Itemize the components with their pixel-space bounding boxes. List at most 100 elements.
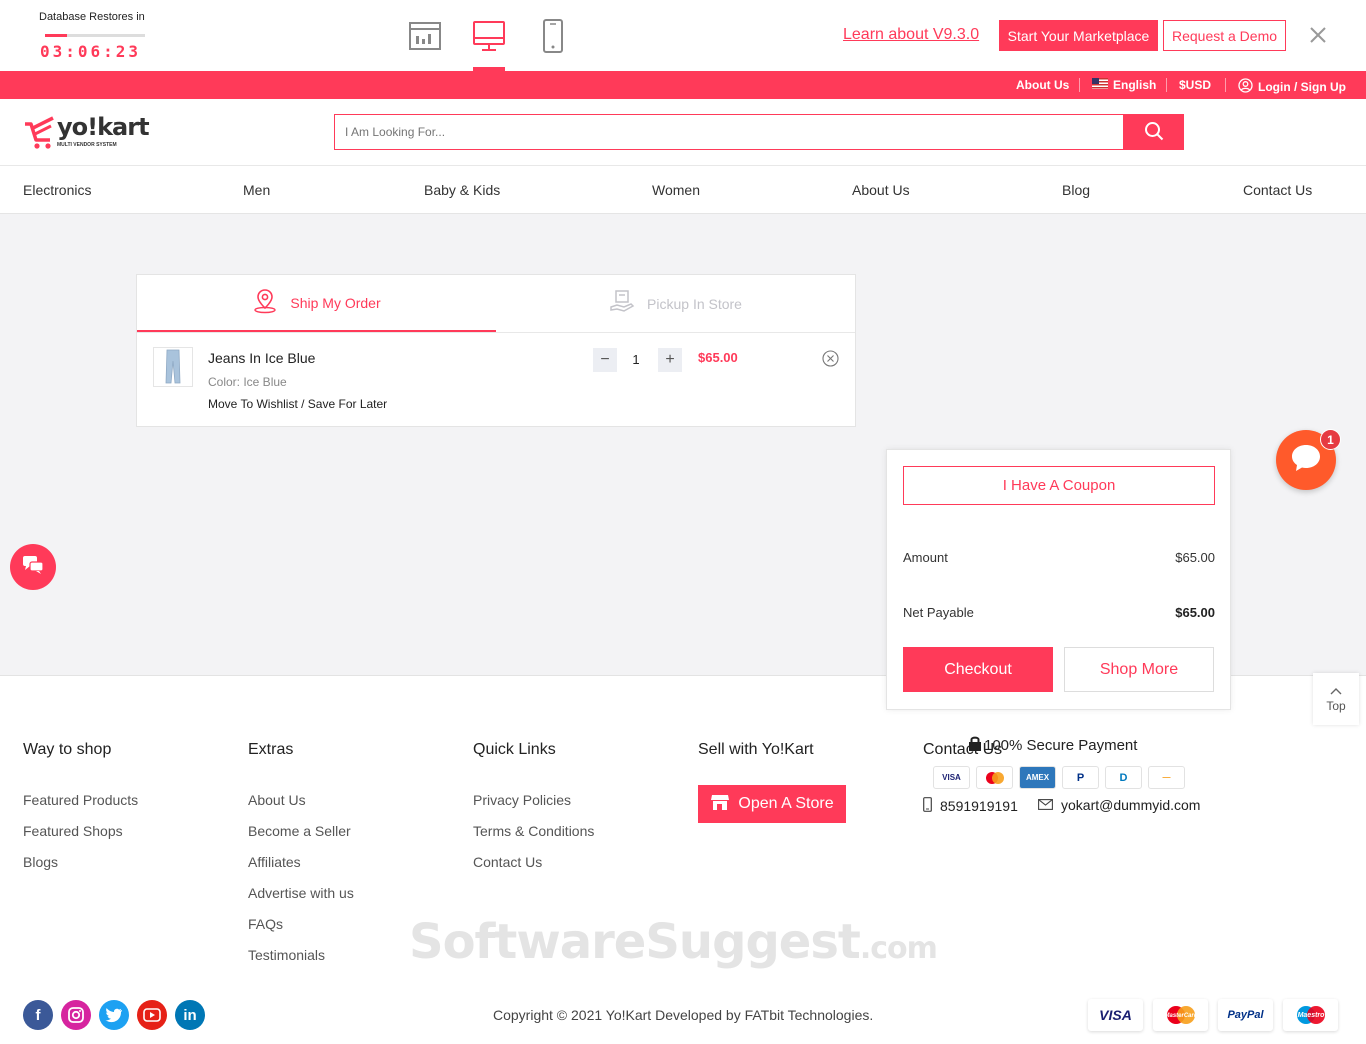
open-store-label: Open A Store <box>738 795 834 812</box>
mastercard-icon <box>976 766 1013 789</box>
instagram-icon[interactable] <box>61 1000 91 1030</box>
messages-icon <box>21 554 45 581</box>
search-input[interactable] <box>335 115 1123 149</box>
site-logo[interactable]: yo!kart MULTI VENDOR SYSTEM <box>23 113 150 155</box>
shop-more-button[interactable]: Shop More <box>1064 647 1214 692</box>
login-label: Login / Sign Up <box>1258 80 1346 94</box>
top-about-link[interactable]: About Us <box>1016 78 1069 92</box>
main-nav: Electronics Men Baby & Kids Women About … <box>0 166 1366 214</box>
diners-icon: D <box>1105 766 1142 789</box>
copyright-text: Copyright © 2021 Yo!Kart Developed by FA… <box>493 1007 874 1023</box>
logo-tagline: MULTI VENDOR SYSTEM <box>57 142 117 148</box>
language-selector[interactable]: English <box>1092 78 1156 92</box>
tab-pickup-in-store[interactable]: Pickup In Store <box>496 275 855 332</box>
wishlist-save-later-link[interactable]: Move To Wishlist / Save For Later <box>208 397 387 411</box>
tab-ship-my-order[interactable]: Ship My Order <box>137 275 496 332</box>
twitter-icon[interactable] <box>99 1000 129 1030</box>
tablet-view-icon[interactable] <box>407 18 443 54</box>
watermark-text: SoftwareSuggest <box>409 914 861 970</box>
product-color: Color: Ice Blue <box>208 375 287 389</box>
store-icon <box>710 793 730 816</box>
footer-quick-links-title: Quick Links <box>473 741 556 758</box>
product-thumbnail[interactable] <box>153 347 193 387</box>
order-summary-panel: I Have A Coupon Amount $65.00 Net Payabl… <box>886 449 1231 710</box>
footer-link-advertise[interactable]: Advertise with us <box>248 885 354 901</box>
linkedin-icon[interactable]: in <box>175 1000 205 1030</box>
top-about-label: About Us <box>1016 78 1070 92</box>
quantity-increase-button[interactable]: + <box>658 348 682 372</box>
watermark-suffix: .com <box>859 931 938 966</box>
open-store-button[interactable]: Open A Store <box>698 785 846 823</box>
youtube-icon[interactable] <box>137 1000 167 1030</box>
paypal-icon: P <box>1062 766 1099 789</box>
net-payable-row: Net Payable $65.00 <box>903 605 1215 620</box>
contact-phone: 8591919191 <box>923 797 1018 815</box>
footer-link-about-us[interactable]: About Us <box>248 792 306 808</box>
social-links: f in <box>23 1000 205 1030</box>
contact-email-address[interactable]: yokart@dummyid.com <box>1061 797 1200 813</box>
mobile-view-icon[interactable] <box>535 18 571 54</box>
secure-payment-text: 100% Secure Payment <box>984 736 1138 754</box>
logo-wordmark: yo!kart <box>57 113 150 141</box>
contact-phone-number[interactable]: 8591919191 <box>940 798 1018 814</box>
nav-about-us[interactable]: About Us <box>852 182 910 198</box>
checkout-button[interactable]: Checkout <box>903 647 1053 692</box>
site-header: yo!kart MULTI VENDOR SYSTEM <box>0 99 1366 166</box>
amex-icon: AMEX <box>1019 766 1056 789</box>
visa-icon: VISA <box>933 766 970 789</box>
restore-label: Database Restores in <box>39 11 145 23</box>
search-button[interactable] <box>1123 114 1184 150</box>
footer-link-featured-products[interactable]: Featured Products <box>23 792 138 808</box>
request-demo-button[interactable]: Request a Demo <box>1163 20 1286 51</box>
top-strip: About Us English $USD Login / Sign Up <box>0 71 1366 99</box>
phone-icon <box>923 797 932 815</box>
quantity-decrease-button[interactable]: − <box>593 348 617 372</box>
restore-progress-fill <box>45 34 67 37</box>
tab-pickup-label: Pickup In Store <box>647 295 742 312</box>
nav-blog[interactable]: Blog <box>1062 182 1090 198</box>
nav-baby-kids[interactable]: Baby & Kids <box>424 182 500 198</box>
product-name[interactable]: Jeans In Ice Blue <box>208 350 315 366</box>
support-chat-button[interactable] <box>10 544 56 590</box>
cart-logo-icon <box>23 114 57 155</box>
footer-link-faqs[interactable]: FAQs <box>248 916 283 932</box>
close-icon[interactable] <box>1307 24 1329 46</box>
footer-link-blogs[interactable]: Blogs <box>23 854 58 870</box>
store-pickup-icon <box>609 289 635 318</box>
nav-men[interactable]: Men <box>243 182 270 198</box>
footer-link-affiliates[interactable]: Affiliates <box>248 854 301 870</box>
cart-card: Ship My Order Pickup In Store Jeans In I… <box>136 274 856 427</box>
amount-label: Amount <box>903 550 948 565</box>
product-price: $65.00 <box>698 350 738 365</box>
footer-link-privacy[interactable]: Privacy Policies <box>473 792 571 808</box>
restore-timer: 03:06:23 <box>40 42 142 61</box>
back-to-top-button[interactable]: Top <box>1313 673 1359 725</box>
nav-women[interactable]: Women <box>652 182 700 198</box>
footer-link-contact[interactable]: Contact Us <box>473 854 542 870</box>
nav-contact-us[interactable]: Contact Us <box>1243 182 1312 198</box>
top-label: Top <box>1326 699 1346 713</box>
desktop-view-icon[interactable] <box>471 18 507 54</box>
watermark: SoftwareSuggest.com <box>409 914 938 970</box>
footer-way-to-shop-title: Way to shop <box>23 741 112 758</box>
tab-ship-label: Ship My Order <box>290 294 381 311</box>
divider <box>1225 78 1226 92</box>
footer-link-become-seller[interactable]: Become a Seller <box>248 823 351 839</box>
net-payable-value: $65.00 <box>1175 605 1215 620</box>
footer-link-testimonials[interactable]: Testimonials <box>248 947 325 963</box>
location-pin-icon <box>252 288 278 317</box>
learn-version-link[interactable]: Learn about V9.3.0 <box>843 26 979 44</box>
divider <box>1166 78 1167 92</box>
remove-item-icon[interactable] <box>822 350 839 367</box>
net-payable-label: Net Payable <box>903 605 974 620</box>
login-link[interactable]: Login / Sign Up <box>1238 78 1346 96</box>
coupon-button[interactable]: I Have A Coupon <box>903 466 1215 505</box>
nav-electronics[interactable]: Electronics <box>23 182 91 198</box>
footer-link-terms[interactable]: Terms & Conditions <box>473 823 594 839</box>
paypal-logo: PayPal <box>1218 999 1273 1031</box>
start-marketplace-button[interactable]: Start Your Marketplace <box>999 20 1158 51</box>
currency-selector[interactable]: $USD <box>1179 78 1211 92</box>
facebook-icon[interactable]: f <box>23 1000 53 1030</box>
footer-link-featured-shops[interactable]: Featured Shops <box>23 823 123 839</box>
maestro-logo-text: Maestro <box>1297 1012 1325 1019</box>
